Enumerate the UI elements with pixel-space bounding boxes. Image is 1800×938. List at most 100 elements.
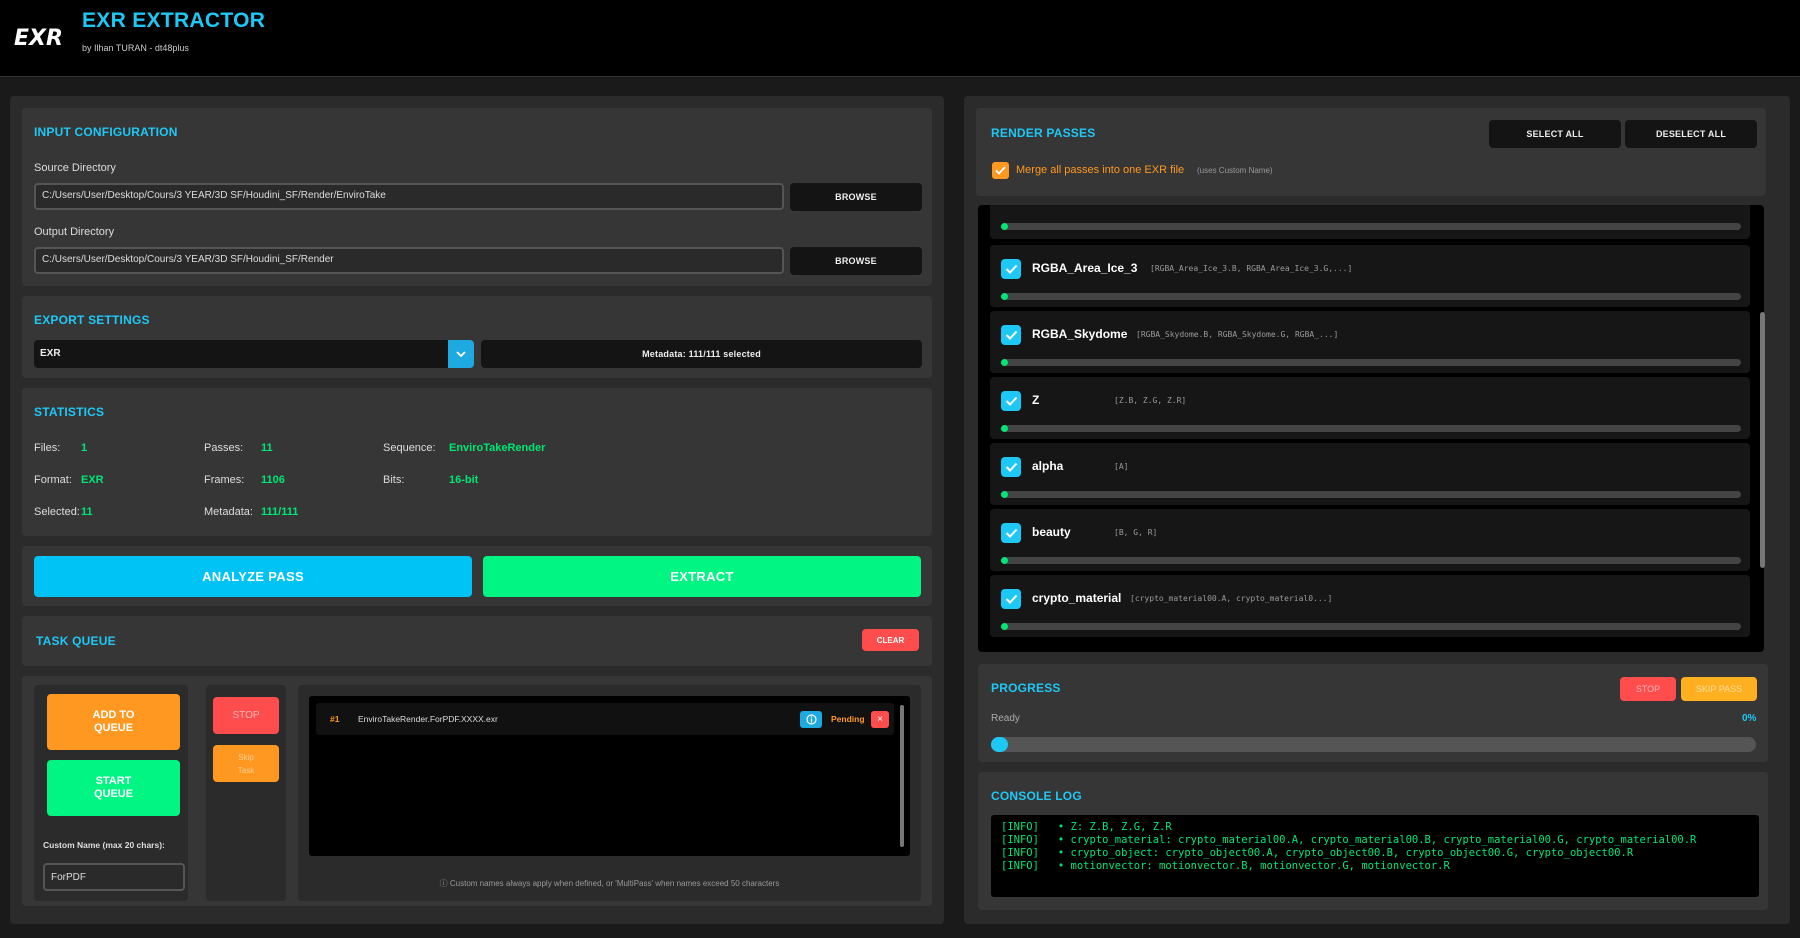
metadata-button[interactable]: Metadata: 111/111 selected — [481, 340, 922, 368]
pass-progress-fill — [1001, 491, 1008, 498]
output-browse-button[interactable]: BROWSE — [790, 247, 922, 275]
task-index: #1 — [330, 714, 340, 724]
checkmark-icon — [995, 166, 1006, 175]
select-all-button[interactable]: SELECT ALL — [1489, 120, 1621, 148]
info-icon[interactable] — [800, 711, 822, 728]
bits-label: Bits: — [383, 474, 405, 486]
pass-name: RGBA_Area_Ice_3 — [1032, 261, 1138, 275]
svg-text:EXR: EXR — [14, 26, 63, 51]
progress-stop-button[interactable]: STOP — [1620, 677, 1676, 701]
clear-queue-button[interactable]: CLEAR — [862, 629, 919, 651]
pass-progress-track — [1001, 557, 1741, 564]
passes-value: 11 — [261, 442, 273, 454]
queue-list-scrollbar[interactable] — [900, 705, 904, 847]
pass-row-beauty[interactable]: beauty [B, G, R] — [990, 509, 1750, 571]
deselect-all-button[interactable]: DESELECT ALL — [1625, 120, 1757, 148]
console-line: [INFO] • Z: Z.B, Z.G, Z.R — [1001, 821, 1172, 833]
checkmark-icon — [1005, 396, 1017, 406]
pass-progress-track — [1001, 623, 1741, 630]
pass-name: beauty — [1032, 525, 1071, 539]
pass-progress-track — [1001, 293, 1741, 300]
progress-bar — [991, 737, 1756, 752]
pass-checkbox[interactable] — [1001, 589, 1021, 609]
console-log: [INFO] • Z: Z.B, Z.G, Z.R [INFO] • crypto… — [991, 815, 1759, 897]
metadata-value: 111/111 — [261, 506, 299, 518]
input-configuration-title: INPUT CONFIGURATION — [34, 125, 178, 139]
pass-progress-fill — [1001, 557, 1008, 564]
checkmark-icon — [1005, 594, 1017, 604]
console-line: [INFO] • motionvector: motionvector.B, m… — [1001, 860, 1450, 872]
queue-task-row[interactable]: #1 EnviroTakeRender.ForPDF.XXXX.exr Pend… — [316, 703, 894, 735]
console-line: [INFO] • crypto_object: crypto_object00.… — [1001, 847, 1634, 859]
pass-channels: [crypto_material00.A, crypto_material0..… — [1130, 594, 1333, 603]
app-subtitle: by Ilhan TURAN - dt48plus — [82, 43, 189, 53]
remove-task-button[interactable]: × — [871, 711, 889, 728]
pass-row-crypto-material[interactable]: crypto_material [crypto_material00.A, cry… — [990, 575, 1750, 637]
extract-button[interactable]: EXTRACT — [483, 556, 921, 597]
pass-progress-track — [1001, 359, 1741, 366]
custom-name-input[interactable]: ForPDF — [43, 863, 185, 891]
pass-row-alpha[interactable]: alpha [A] — [990, 443, 1750, 505]
pass-progress-track — [1001, 491, 1741, 498]
statistics-section — [22, 388, 932, 536]
bits-value: 16-bit — [449, 474, 479, 486]
start-queue-button[interactable]: START QUEUE — [47, 760, 180, 816]
exr-logo-icon: EXR — [14, 26, 63, 51]
selected-label: Selected: — [34, 506, 80, 518]
pass-row-z[interactable]: Z [Z.B, Z.G, Z.R] — [990, 377, 1750, 439]
pass-checkbox[interactable] — [1001, 325, 1021, 345]
statistics-title: STATISTICS — [34, 405, 105, 419]
progress-status: Ready — [991, 713, 1020, 724]
progress-percent: 0% — [1742, 713, 1757, 724]
console-line: [INFO] • crypto_material: crypto_materia… — [1001, 834, 1697, 846]
metadata-label: Metadata: — [204, 506, 253, 518]
output-directory-input[interactable]: C:/Users/User/Desktop/Cours/3 YEAR/3D SF… — [34, 247, 784, 274]
pass-name: crypto_material — [1032, 591, 1122, 605]
task-status: Pending — [831, 714, 865, 724]
render-passes-title: RENDER PASSES — [991, 126, 1096, 140]
pass-list-scrollbar[interactable] — [1760, 312, 1765, 568]
add-to-queue-button[interactable]: ADD TO QUEUE — [47, 694, 180, 750]
analyze-pass-button[interactable]: ANALYZE PASS — [34, 556, 472, 597]
merge-label[interactable]: Merge all passes into one EXR file — [1016, 164, 1184, 176]
pass-row-rgba-skydome[interactable]: RGBA_Skydome [RGBA_Skydome.B, RGBA_Skydom… — [990, 311, 1750, 373]
skip-pass-button[interactable]: SKIP PASS — [1681, 677, 1757, 701]
skip-task-button[interactable]: Skip Task — [213, 745, 279, 782]
pass-checkbox[interactable] — [1001, 391, 1021, 411]
pass-row-rgba-area-ice-3[interactable]: RGBA_Area_Ice_3 [RGBA_Area_Ice_3.B, RGBA_… — [990, 245, 1750, 307]
pass-checkbox[interactable] — [1001, 259, 1021, 279]
pass-channels: [RGBA_Area_Ice_3.B, RGBA_Area_Ice_3.G,..… — [1150, 264, 1353, 273]
task-queue-section — [22, 616, 932, 666]
pass-checkbox[interactable] — [1001, 523, 1021, 543]
checkmark-icon — [1005, 528, 1017, 538]
source-browse-button[interactable]: BROWSE — [790, 183, 922, 211]
app-header: EXR EXR EXTRACTOR by Ilhan TURAN - dt48p… — [0, 0, 1800, 77]
pass-name: Z — [1032, 393, 1040, 407]
files-value: 1 — [81, 442, 88, 454]
pass-channels: [A] — [1114, 462, 1129, 471]
checkmark-icon — [1005, 264, 1017, 274]
format-select[interactable]: EXR — [34, 340, 474, 368]
pass-name: alpha — [1032, 459, 1064, 473]
source-directory-input[interactable]: C:/Users/User/Desktop/Cours/3 YEAR/3D SF… — [34, 183, 784, 210]
pass-channels: [B, G, R] — [1114, 528, 1158, 537]
progress-title: PROGRESS — [991, 681, 1061, 695]
task-name: EnviroTakeRender.ForPDF.XXXX.exr — [358, 714, 498, 724]
task-queue-title: TASK QUEUE — [36, 634, 116, 648]
source-directory-label: Source Directory — [34, 162, 116, 174]
frames-value: 1106 — [261, 474, 285, 486]
pass-progress-fill — [1001, 293, 1008, 300]
export-settings-title: EXPORT SETTINGS — [34, 313, 150, 327]
format-label: Format: — [34, 474, 72, 486]
custom-name-note: ⓘ Custom names always apply when defined… — [439, 879, 780, 888]
pass-progress-fill — [1001, 425, 1008, 432]
pass-checkbox[interactable] — [1001, 457, 1021, 477]
output-directory-label: Output Directory — [34, 226, 115, 238]
chevron-down-icon[interactable] — [448, 340, 474, 368]
selected-value: 11 — [81, 506, 93, 518]
merge-hint: (uses Custom Name) — [1197, 166, 1273, 175]
queue-stop-button[interactable]: STOP — [213, 697, 279, 734]
start-queue-label: START QUEUE — [93, 775, 134, 800]
add-to-queue-label: ADD TO QUEUE — [92, 709, 135, 734]
merge-checkbox[interactable] — [992, 162, 1009, 179]
